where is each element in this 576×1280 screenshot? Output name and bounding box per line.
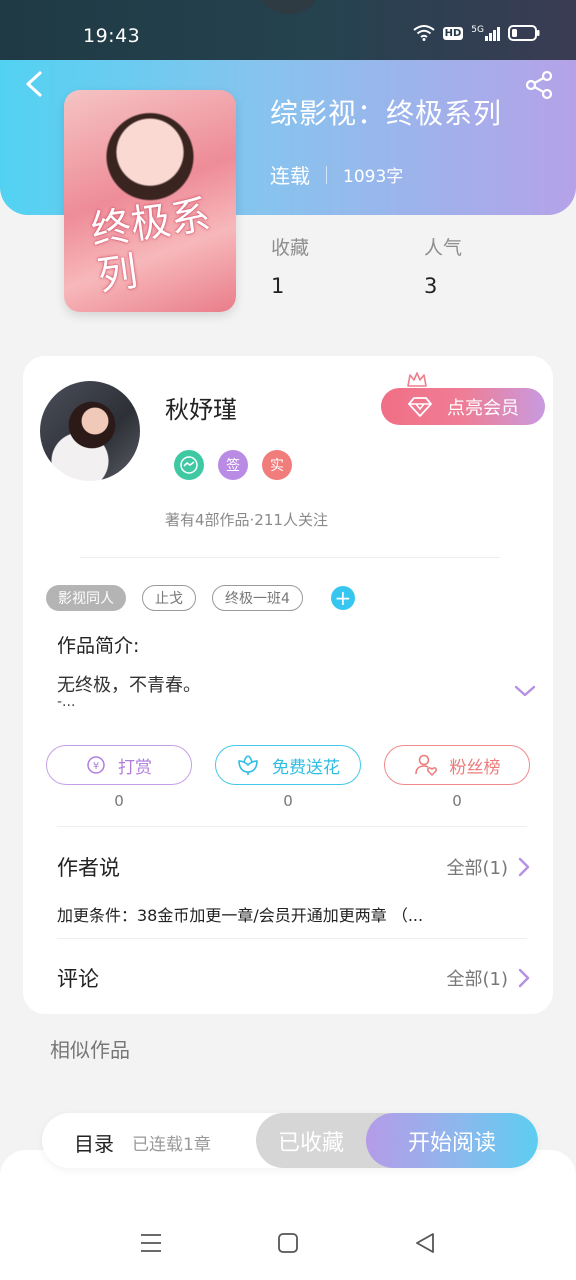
back-nav-icon[interactable]: [414, 1232, 436, 1254]
status-time: 19:43: [83, 25, 141, 47]
author-says-content[interactable]: 加更条件：38金币加更一章/会员开通加更两章 （...: [57, 902, 423, 926]
bottom-action-bar: 目录 已连载1章 已收藏 开始阅读: [42, 1113, 538, 1168]
hd-icon: HD: [442, 26, 464, 40]
status-icons: HD 5G: [413, 25, 540, 41]
camera-notch: [260, 0, 318, 14]
vip-button[interactable]: 点亮会员: [381, 388, 545, 425]
tag-list: 影视同人 止戈 终极一班4 +: [46, 585, 355, 611]
sign-badge-icon: 签: [218, 450, 248, 480]
toc-count[interactable]: 已连载1章: [132, 1130, 211, 1155]
tip-count: 0: [114, 792, 124, 810]
stat-value: 1: [271, 274, 285, 298]
author-stats: 著有4部作品·211人关注: [165, 511, 328, 529]
author-badges: 签 实: [174, 450, 292, 480]
book-word-count: 1093字: [343, 167, 404, 187]
status-bar: 19:43 HD 5G: [0, 0, 576, 60]
divider: [57, 826, 527, 827]
comments-all-label: 全部(1): [446, 969, 509, 990]
toc-button[interactable]: 目录: [74, 1128, 114, 1157]
send-flower-button[interactable]: 免费送花: [215, 745, 361, 785]
svg-text:¥: ¥: [93, 761, 99, 772]
chevron-down-icon[interactable]: [514, 684, 536, 698]
similar-works-title: 相似作品: [50, 1038, 130, 1062]
intro-text: 无终极，不青春。: [57, 675, 201, 696]
send-flower-label: 免费送花: [272, 757, 340, 778]
intro-title: 作品简介:: [57, 635, 140, 657]
stat-label: 收藏: [271, 237, 310, 259]
signal-icon: 5G: [471, 25, 500, 41]
network-type-label: 5G: [471, 25, 484, 35]
book-status: 连载: [270, 164, 310, 188]
chevron-right-icon: [518, 857, 530, 877]
divider: [57, 938, 527, 939]
medal-icon: [174, 450, 204, 480]
collected-label: 已收藏: [277, 1130, 344, 1156]
flower-icon: [238, 755, 258, 775]
share-icon[interactable]: [524, 70, 554, 100]
add-tag-button[interactable]: +: [330, 586, 355, 610]
author-avatar[interactable]: [40, 381, 140, 481]
start-reading-label: 开始阅读: [407, 1130, 496, 1156]
stat-value: 3: [424, 274, 438, 298]
wifi-icon: [413, 25, 435, 41]
author-says-all-link[interactable]: 全部(1): [447, 854, 531, 880]
tip-button-label: 打赏: [118, 757, 152, 778]
flower-count: 0: [283, 792, 293, 810]
book-title: 综影视：终极系列: [270, 97, 503, 130]
divider: [80, 557, 500, 558]
back-icon[interactable]: [22, 70, 46, 98]
cover-art-text: 终极系列: [88, 192, 214, 300]
book-meta: 连载 1093字: [270, 160, 403, 189]
coin-icon: ¥: [87, 756, 105, 774]
author-says-all-label: 全部(1): [446, 858, 509, 879]
fans-ranking-label: 粉丝榜: [449, 757, 501, 778]
start-reading-button[interactable]: 开始阅读: [366, 1113, 538, 1168]
tag-item[interactable]: 止戈: [142, 585, 196, 611]
diamond-icon: [408, 396, 432, 417]
crown-icon: [407, 372, 427, 387]
tip-button[interactable]: ¥ 打赏: [46, 745, 192, 785]
author-name[interactable]: 秋妤瑾: [165, 390, 237, 425]
comments-all-link[interactable]: 全部(1): [447, 965, 531, 991]
intro-more: -...: [57, 694, 76, 710]
fans-ranking-button[interactable]: 粉丝榜: [384, 745, 530, 785]
vip-button-label: 点亮会员: [447, 397, 519, 419]
book-cover[interactable]: 终极系列: [64, 90, 236, 312]
home-icon[interactable]: [277, 1232, 299, 1254]
meta-divider: [326, 165, 327, 184]
fan-user-icon: [414, 754, 437, 777]
stat-favorites: 收藏 1: [271, 233, 309, 298]
chevron-right-icon: [518, 968, 530, 988]
tag-item[interactable]: 终极一班4: [212, 585, 303, 611]
menu-icon[interactable]: [140, 1232, 162, 1254]
battery-icon: [508, 25, 540, 41]
stat-popularity: 人气 3: [424, 233, 462, 298]
tag-item[interactable]: 影视同人: [46, 585, 126, 611]
verified-badge-icon: 实: [262, 450, 292, 480]
fans-count: 0: [452, 792, 462, 810]
author-says-title: 作者说: [57, 856, 120, 880]
comments-title: 评论: [57, 967, 99, 991]
stat-label: 人气: [424, 237, 463, 259]
bottom-sheet: [0, 1150, 576, 1280]
